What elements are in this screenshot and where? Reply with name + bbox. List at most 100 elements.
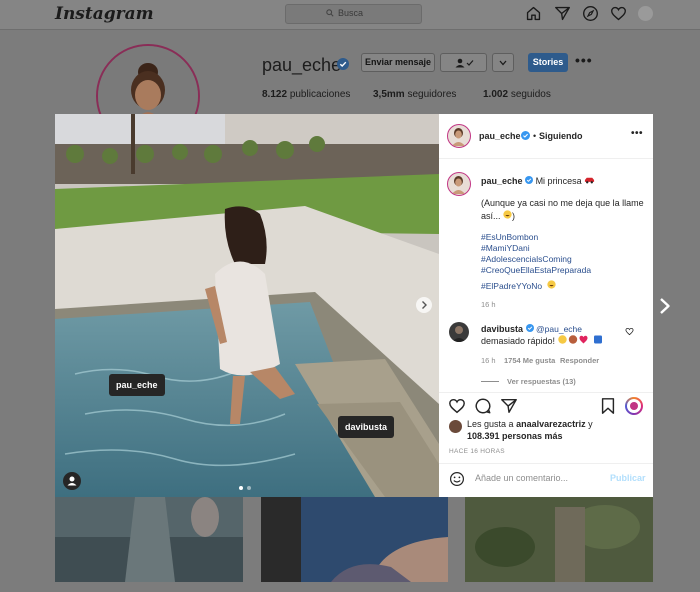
photo-tag-davibusta[interactable]: davibusta — [338, 416, 395, 438]
avatar[interactable] — [638, 6, 653, 21]
chevron-right-icon — [422, 301, 427, 309]
following-button[interactable] — [440, 53, 487, 72]
comment-second-line: demasiado rápido! — [481, 335, 606, 346]
verified-badge-icon — [337, 58, 349, 70]
header-separator: • — [533, 131, 537, 141]
caption-author-avatar[interactable] — [447, 172, 471, 196]
chevron-down-icon — [499, 60, 507, 66]
followers-count: 3,5mm — [373, 89, 405, 100]
view-replies-link[interactable]: Ver respuestas (13) — [507, 377, 576, 386]
likes-summary: Les gusta a anaalvarezactriz y 108.391 p… — [467, 419, 647, 442]
search-input[interactable]: Busca — [285, 4, 422, 24]
heart-icon[interactable] — [610, 5, 627, 22]
carousel-dot-active — [239, 486, 243, 490]
reply-link[interactable]: Responder — [560, 356, 599, 365]
likes-prefix: Les gusta a — [467, 419, 514, 429]
post-photo-image — [55, 114, 439, 497]
grid-post-2-image — [261, 497, 448, 582]
divider — [439, 463, 653, 464]
hashtag[interactable]: #EsUnBombon — [481, 232, 646, 243]
grid-post-2[interactable] — [261, 497, 448, 582]
comment-like-icon[interactable] — [625, 327, 634, 336]
send-message-button[interactable]: Enviar mensaje — [361, 53, 435, 72]
suggestions-dropdown-button[interactable] — [492, 53, 514, 72]
likes-joiner: y — [588, 419, 593, 429]
post-options-icon[interactable]: ••• — [631, 128, 643, 139]
verified-badge-icon — [521, 131, 530, 140]
live-story-icon[interactable] — [625, 397, 643, 415]
comment-mention[interactable]: @pau_eche — [536, 324, 582, 334]
comment-time: 16 h — [481, 356, 496, 365]
tagged-people-icon[interactable] — [63, 472, 81, 490]
home-icon[interactable] — [525, 5, 542, 22]
person-check-icon — [455, 58, 473, 68]
hashtag[interactable]: #ElPadreYYoNo — [481, 281, 542, 291]
hashtag-row: #ElPadreYYoNo — [481, 276, 646, 294]
caption-hashtags: #EsUnBombon #MamiYDani #AdolescencialsCo… — [481, 232, 646, 294]
caption-avatar-image — [452, 176, 465, 194]
divider — [439, 392, 653, 393]
caption-username[interactable]: pau_eche — [481, 176, 523, 186]
car-emoji-icon — [585, 177, 595, 184]
commenter-avatar-image — [452, 326, 466, 342]
following-count: 1.002 — [483, 89, 509, 100]
explore-icon[interactable] — [582, 5, 599, 22]
post-author-avatar[interactable] — [447, 124, 471, 148]
comment-icon[interactable] — [474, 397, 492, 415]
author-avatar-image — [452, 128, 465, 146]
carousel-dot — [247, 486, 251, 490]
grid-post-1[interactable] — [55, 497, 243, 582]
post-author-username[interactable]: pau_eche — [479, 131, 521, 141]
followers-label: seguidores — [407, 89, 457, 100]
comment-likes[interactable]: 1754 Me gusta — [504, 356, 555, 365]
search-icon — [326, 9, 334, 17]
grid-post-3-image — [465, 497, 653, 582]
liker-avatar[interactable] — [449, 420, 462, 433]
hashtag[interactable]: #MamiYDani — [481, 243, 646, 254]
comment-text: demasiado rápido! — [481, 336, 556, 346]
grid-post-3[interactable] — [465, 497, 653, 582]
next-post-arrow-icon[interactable] — [659, 297, 671, 315]
more-options-icon[interactable]: ••• — [575, 52, 593, 68]
following-status[interactable]: Siguiendo — [539, 131, 583, 141]
grid-post-1-image — [55, 497, 243, 582]
verified-badge-icon — [525, 324, 534, 332]
stories-button[interactable]: Stories — [528, 53, 568, 72]
commenter-avatar[interactable] — [449, 322, 469, 342]
caption-text: Mi princesa — [535, 176, 582, 186]
search-placeholder: Busca — [338, 8, 364, 18]
followers-stat[interactable]: 3,5mm seguidores — [373, 89, 456, 100]
likes-count[interactable]: 108.391 personas más — [467, 431, 563, 441]
add-comment-input[interactable]: Añade un comentario... — [475, 473, 568, 483]
posts-count: 8.122 — [262, 89, 288, 100]
posts-label: publicaciones — [289, 89, 351, 100]
publish-button[interactable]: Publicar — [610, 473, 646, 483]
comment-first-line: davibusta @pau_eche — [481, 324, 641, 335]
caption-time: 16 h — [481, 300, 496, 309]
emoji-row-icon — [557, 335, 602, 344]
comment-username[interactable]: davibusta — [481, 324, 523, 334]
photo-tag-pau-eche[interactable]: pau_eche — [109, 374, 165, 396]
caption-second-line: (Aunque ya casi no me deja que la llame … — [481, 198, 644, 221]
direct-icon[interactable] — [554, 5, 571, 22]
instagram-logo[interactable]: Instagram — [55, 4, 154, 24]
save-bookmark-icon[interactable] — [600, 397, 616, 415]
post-photo[interactable]: pau_eche davibusta — [55, 114, 439, 497]
smiling-emoji-icon — [546, 280, 556, 289]
hashtag[interactable]: #CreoQueEllaEstaPreparada — [481, 265, 646, 276]
caption-first-line: pau_eche Mi princesa — [481, 176, 651, 186]
verified-badge-icon — [525, 176, 534, 184]
following-stat[interactable]: 1.002 seguidos — [483, 89, 551, 100]
grinning-emoji-icon — [503, 209, 512, 219]
top-navigation-bar: Instagram Busca — [0, 0, 700, 30]
emoji-picker-icon[interactable] — [449, 471, 465, 487]
carousel-next-button[interactable] — [416, 297, 432, 313]
likes-user[interactable]: anaalvarezactriz — [516, 419, 586, 429]
share-icon[interactable] — [500, 397, 518, 415]
hashtag[interactable]: #AdolescencialsComing — [481, 254, 646, 265]
post-timestamp: HACE 16 HORAS — [449, 448, 505, 455]
replies-line — [481, 381, 499, 382]
person-icon — [67, 476, 77, 486]
like-icon[interactable] — [448, 397, 466, 415]
posts-stat: 8.122 publicaciones — [262, 89, 350, 100]
